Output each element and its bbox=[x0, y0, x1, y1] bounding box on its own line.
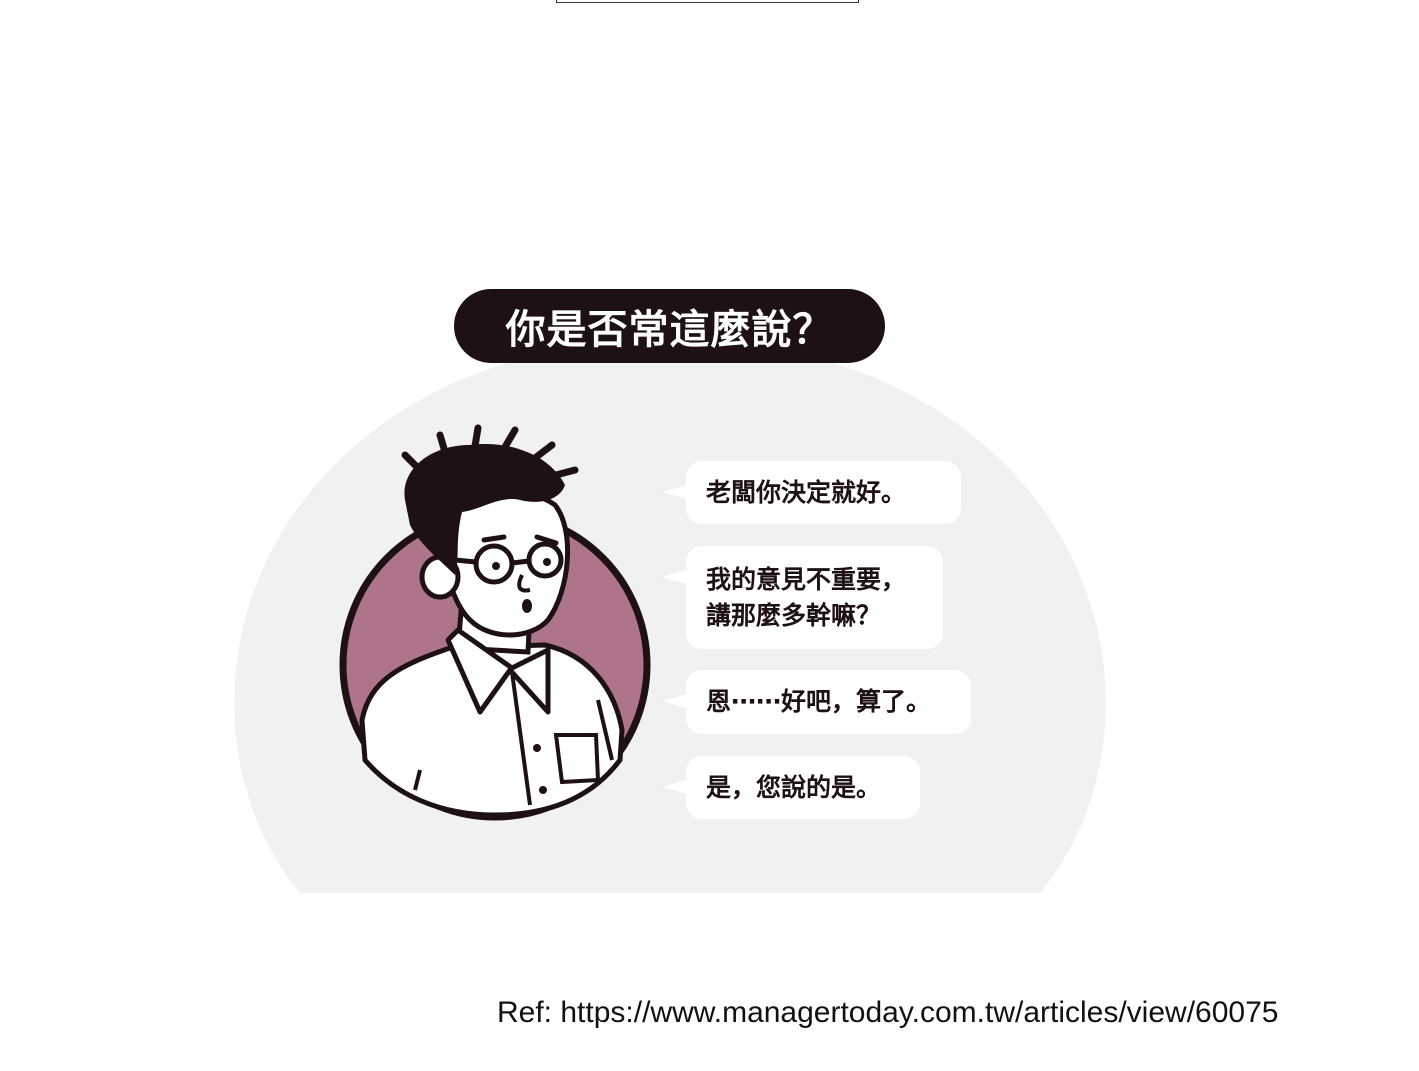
bubble-text: 是，您說的是。 bbox=[706, 772, 882, 802]
speech-bubble-3: 恩⋯⋯好吧，算了。 bbox=[662, 670, 971, 734]
speech-bubble-2: 我的意見不重要， 講那麼多幹嘛？ bbox=[662, 546, 943, 649]
speech-bubble-4: 是，您說的是。 bbox=[662, 756, 920, 819]
title-pill: 你是否常這麼說？ bbox=[454, 289, 885, 363]
title-text: 你是否常這麼說？ bbox=[505, 307, 834, 353]
speech-bubble-1: 老闆你決定就好。 bbox=[662, 461, 961, 524]
bubble-text: 恩⋯⋯好吧，算了。 bbox=[706, 687, 932, 716]
bubble-text-line-2: 講那麼多幹嘛？ bbox=[706, 600, 882, 630]
illustration bbox=[234, 340, 1106, 893]
reference-text: Ref: https://www.managertoday.com.tw/art… bbox=[497, 996, 1279, 1029]
bubble-text-line-1: 我的意見不重要， bbox=[706, 564, 907, 594]
bubble-text: 老闆你決定就好。 bbox=[706, 477, 907, 507]
